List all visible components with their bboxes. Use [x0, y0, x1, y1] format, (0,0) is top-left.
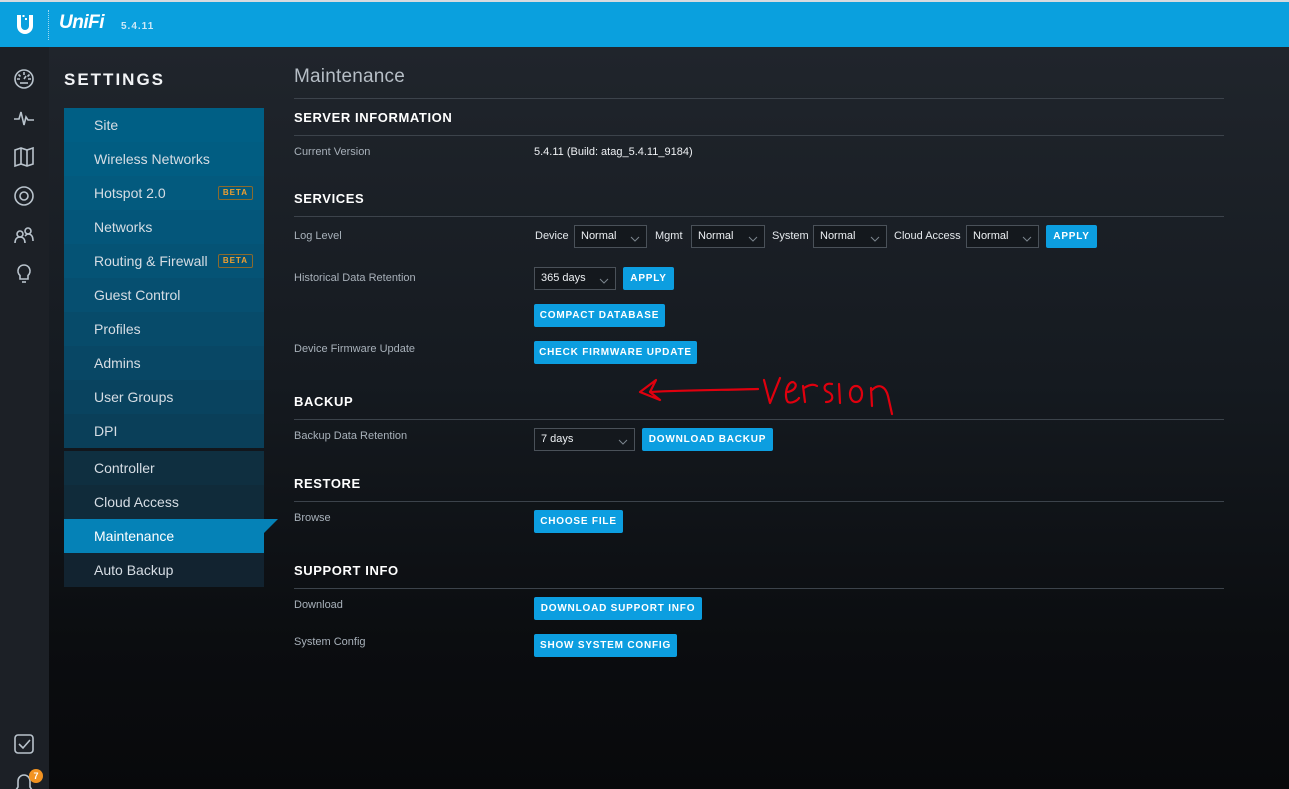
- sidebar-item-label: Routing & Firewall: [94, 253, 208, 269]
- sidebar-item-profiles[interactable]: Profiles: [64, 312, 264, 346]
- sidebar-item-label: Controller: [94, 460, 155, 476]
- divider: [294, 216, 1224, 217]
- sidebar-item-auto-backup[interactable]: Auto Backup: [64, 553, 264, 587]
- alerts-count-badge: 7: [29, 769, 43, 783]
- sidebar-item-networks[interactable]: Networks: [64, 210, 264, 244]
- download-label: Download: [294, 599, 343, 611]
- sidebar-item-label: Wireless Networks: [94, 151, 210, 167]
- ubiquiti-logo-icon[interactable]: [12, 11, 38, 37]
- device-log-label: Device: [535, 230, 569, 242]
- current-version-value: 5.4.11 (Build: atag_5.4.11_9184): [534, 146, 693, 158]
- section-backup: BACKUP: [294, 394, 354, 409]
- sidebar-item-label: Networks: [94, 219, 153, 235]
- dashboard-icon[interactable]: [12, 67, 36, 91]
- sidebar-item-guest-control[interactable]: Guest Control: [64, 278, 264, 312]
- sidebar-item-controller[interactable]: Controller: [64, 451, 264, 485]
- apply-historical-retention-button[interactable]: APPLY: [623, 267, 674, 290]
- sidebar-item-label: User Groups: [94, 389, 174, 405]
- choose-file-button[interactable]: CHOOSE FILE: [534, 510, 623, 533]
- header-separator: [48, 10, 49, 40]
- sidebar-item-user-groups[interactable]: User Groups: [64, 380, 264, 414]
- icon-rail: [0, 47, 49, 789]
- clients-icon[interactable]: [12, 223, 36, 247]
- system-log-label: System: [772, 230, 809, 242]
- section-restore: RESTORE: [294, 476, 361, 491]
- chevron-down-icon: [618, 434, 628, 445]
- historical-data-retention-select[interactable]: 365 days: [534, 267, 616, 290]
- mgmt-log-level-select[interactable]: Normal: [691, 225, 765, 248]
- chevron-down-icon: [1022, 231, 1032, 242]
- download-backup-button[interactable]: DOWNLOAD BACKUP: [642, 428, 773, 451]
- divider: [294, 501, 1224, 502]
- backup-data-retention-select[interactable]: 7 days: [534, 428, 635, 451]
- select-value: 7 days: [541, 433, 574, 445]
- sidebar-item-site[interactable]: Site: [64, 108, 264, 142]
- system-log-level-select[interactable]: Normal: [813, 225, 887, 248]
- log-level-label: Log Level: [294, 230, 342, 242]
- insights-icon[interactable]: [12, 262, 36, 286]
- show-system-config-button[interactable]: SHOW SYSTEM CONFIG: [534, 634, 677, 657]
- page-title: Maintenance: [294, 66, 405, 87]
- sidebar-item-label: Guest Control: [94, 287, 181, 303]
- sidebar-item-maintenance[interactable]: Maintenance: [64, 519, 278, 553]
- cloud-access-log-level-select[interactable]: Normal: [966, 225, 1039, 248]
- sidebar-item-routing-firewall[interactable]: Routing & Firewall BETA: [64, 244, 264, 278]
- tasks-icon[interactable]: [12, 732, 36, 756]
- divider: [294, 98, 1224, 99]
- browse-label: Browse: [294, 512, 331, 524]
- backup-data-retention-label: Backup Data Retention: [294, 430, 408, 442]
- sidebar-item-label: Maintenance: [94, 528, 175, 544]
- sidebar-item-label: Cloud Access: [94, 494, 179, 510]
- current-version-label: Current Version: [294, 146, 371, 158]
- beta-badge: BETA: [217, 186, 253, 200]
- top-bar: UniFi 5.4.11: [0, 0, 1289, 47]
- divider: [294, 419, 1224, 420]
- chevron-down-icon: [630, 231, 640, 242]
- divider: [294, 588, 1224, 589]
- system-config-label: System Config: [294, 636, 366, 648]
- settings-title: SETTINGS: [64, 70, 166, 89]
- settings-nav-group-1: Site Wireless Networks Hotspot 2.0 BETA N…: [64, 108, 264, 448]
- sidebar-item-label: Auto Backup: [94, 562, 174, 578]
- historical-data-retention-label: Historical Data Retention: [294, 272, 416, 284]
- sidebar-item-dpi[interactable]: DPI: [64, 414, 264, 448]
- section-services: SERVICES: [294, 191, 365, 206]
- select-value: Normal: [581, 230, 617, 242]
- chevron-down-icon: [870, 231, 880, 242]
- beta-badge: BETA: [217, 254, 253, 268]
- check-firmware-update-button[interactable]: CHECK FIRMWARE UPDATE: [534, 341, 697, 364]
- compact-database-button[interactable]: COMPACT DATABASE: [534, 304, 665, 327]
- controller-version: 5.4.11: [121, 21, 155, 32]
- sidebar-item-cloud-access[interactable]: Cloud Access: [64, 485, 264, 519]
- divider: [294, 135, 1224, 136]
- sidebar-item-wireless-networks[interactable]: Wireless Networks: [64, 142, 264, 176]
- mgmt-log-label: Mgmt: [655, 230, 683, 242]
- chevron-down-icon: [599, 273, 609, 284]
- select-value: 365 days: [541, 272, 586, 284]
- sidebar-item-label: Site: [94, 117, 119, 133]
- download-support-info-button[interactable]: DOWNLOAD SUPPORT INFO: [534, 597, 702, 620]
- select-value: Normal: [820, 230, 856, 242]
- select-value: Normal: [973, 230, 1009, 242]
- sidebar-item-label: Profiles: [94, 321, 141, 337]
- apply-log-level-button[interactable]: APPLY: [1046, 225, 1097, 248]
- section-support-info: SUPPORT INFO: [294, 563, 399, 578]
- device-log-level-select[interactable]: Normal: [574, 225, 647, 248]
- settings-nav-group-2: Controller Cloud Access Maintenance Auto…: [64, 451, 278, 587]
- sidebar-item-label: DPI: [94, 423, 118, 439]
- select-value: Normal: [698, 230, 734, 242]
- sidebar-item-admins[interactable]: Admins: [64, 346, 264, 380]
- sidebar-item-label: Admins: [94, 355, 141, 371]
- devices-icon[interactable]: [12, 184, 36, 208]
- section-server-information: SERVER INFORMATION: [294, 110, 453, 125]
- map-icon[interactable]: [12, 145, 36, 169]
- device-firmware-update-label: Device Firmware Update: [294, 343, 416, 355]
- cloud-access-log-label: Cloud Access: [894, 230, 961, 242]
- chevron-down-icon: [748, 231, 758, 242]
- sidebar-item-label: Hotspot 2.0: [94, 185, 166, 201]
- statistics-icon[interactable]: [12, 106, 36, 130]
- sidebar-item-hotspot[interactable]: Hotspot 2.0 BETA: [64, 176, 264, 210]
- unifi-logo[interactable]: UniFi: [59, 12, 105, 34]
